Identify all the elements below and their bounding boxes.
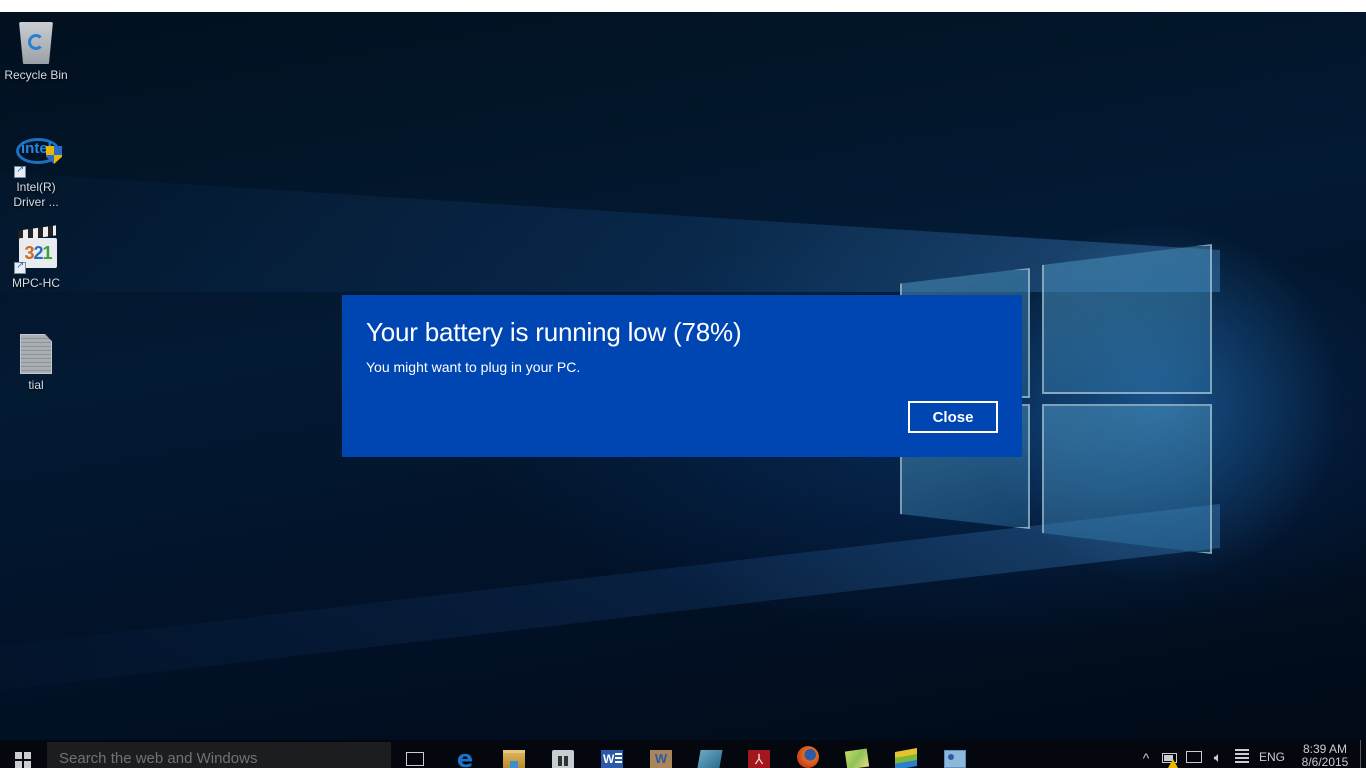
firefox-icon	[797, 746, 819, 768]
desktop-icon-label: MPC-HC	[12, 276, 60, 290]
clock[interactable]: 8:39 AM 8/6/2015	[1292, 743, 1358, 768]
search-input[interactable]	[47, 742, 391, 768]
acrobat-icon: ⅄	[748, 750, 770, 768]
clock-date: 8/6/2015	[1301, 755, 1349, 768]
wallpaper-light-beam	[0, 504, 1220, 702]
taskbar-app-sticky-notes[interactable]	[837, 740, 877, 768]
close-button[interactable]: Close	[908, 401, 998, 433]
battery-low-dialog: Your battery is running low (78%) You mi…	[342, 295, 1022, 457]
desktop-icon-label: Intel(R) Driver ...	[13, 180, 59, 209]
intel-driver-icon: intel	[14, 132, 62, 178]
shortcut-arrow-icon	[14, 164, 26, 178]
task-view-button[interactable]	[395, 740, 435, 768]
taskbar-app-word[interactable]: W	[592, 740, 632, 768]
network-icon	[1186, 751, 1202, 763]
desktop-icon-tial[interactable]: tial	[0, 334, 72, 393]
search-box[interactable]	[47, 742, 391, 768]
wordpad-icon: W	[650, 750, 672, 768]
recycle-bin-icon	[19, 22, 53, 64]
remote-desktop-icon	[944, 750, 966, 768]
notepad-icon	[697, 750, 723, 768]
folder-icon	[503, 750, 525, 768]
network-tray-button[interactable]	[1182, 740, 1206, 768]
language-label: ENG	[1258, 750, 1285, 764]
taskbar-app-remote-desktop[interactable]	[935, 740, 975, 768]
taskbar-app-firefox[interactable]	[788, 740, 828, 768]
sticky-notes-icon	[844, 748, 870, 768]
desktop-icon-label: tial	[28, 378, 44, 392]
notification-icon	[1235, 749, 1249, 763]
task-view-icon	[406, 752, 424, 766]
desktop-icon-mpc-hc[interactable]: 321 MPC-HC	[0, 225, 72, 291]
taskbar-app-wordpad[interactable]: W	[641, 740, 681, 768]
word-icon: W	[601, 750, 623, 768]
taskbar-app-bluestacks[interactable]	[886, 740, 926, 768]
mpc-hc-icon: 321	[14, 225, 57, 274]
taskbar: e W W ⅄ ^ 🔈︎ ENG	[0, 740, 1366, 768]
chevron-up-icon: ^	[1142, 750, 1150, 766]
taskbar-app-edge[interactable]: e	[445, 740, 485, 768]
desktop-icon-intel-driver[interactable]: intel Intel(R) Driver ...	[0, 132, 72, 210]
desktop-icon-label: Recycle Bin	[4, 68, 68, 82]
show-hidden-icons-button[interactable]: ^	[1136, 740, 1156, 768]
speaker-icon: 🔈︎	[1213, 749, 1223, 765]
taskbar-app-file-explorer[interactable]	[494, 740, 534, 768]
action-center-button[interactable]	[1230, 740, 1254, 768]
top-strip	[0, 0, 1366, 12]
dialog-message: You might want to plug in your PC.	[366, 359, 581, 375]
edge-icon: e	[456, 745, 474, 768]
start-button[interactable]	[0, 740, 46, 768]
warning-icon	[1168, 759, 1178, 768]
store-icon	[552, 750, 574, 768]
windows-logo-icon	[15, 752, 31, 768]
desktop-icon-recycle-bin[interactable]: Recycle Bin	[0, 22, 72, 83]
wallpaper-windows-logo-pane	[1042, 404, 1212, 554]
wallpaper-light-beam	[0, 166, 1220, 292]
input-language-button[interactable]: ENG	[1254, 740, 1290, 768]
taskbar-app-notepad[interactable]	[690, 740, 730, 768]
text-document-icon	[20, 334, 52, 374]
wallpaper-windows-logo-pane	[1042, 244, 1212, 394]
bluestacks-icon	[895, 748, 917, 768]
taskbar-app-adobe-reader[interactable]: ⅄	[739, 740, 779, 768]
show-desktop-button[interactable]	[1360, 740, 1366, 768]
taskbar-app-store[interactable]	[543, 740, 583, 768]
shortcut-arrow-icon	[14, 260, 26, 274]
battery-tray-button[interactable]	[1158, 740, 1180, 768]
volume-tray-button[interactable]: 🔈︎	[1206, 740, 1230, 768]
dialog-title: Your battery is running low (78%)	[366, 317, 742, 347]
